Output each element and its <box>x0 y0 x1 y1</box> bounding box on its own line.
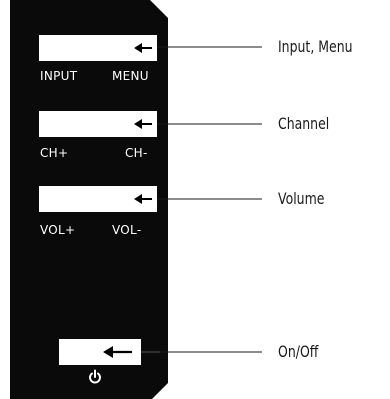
ch-plus-label: CH+ <box>40 146 69 160</box>
power-icon <box>89 369 101 384</box>
ch-minus-label: CH- <box>125 146 148 160</box>
callout-input-menu: Input, Menu <box>278 37 353 56</box>
callout-volume: Volume <box>278 189 325 208</box>
remote-panel-diagram <box>10 0 262 399</box>
input-label: INPUT <box>40 69 78 83</box>
callout-channel: Channel <box>278 114 330 133</box>
menu-label: MENU <box>112 69 149 83</box>
vol-minus-label: VOL- <box>112 223 142 237</box>
callout-on-off: On/Off <box>278 342 319 361</box>
vol-plus-label: VOL+ <box>40 223 76 237</box>
